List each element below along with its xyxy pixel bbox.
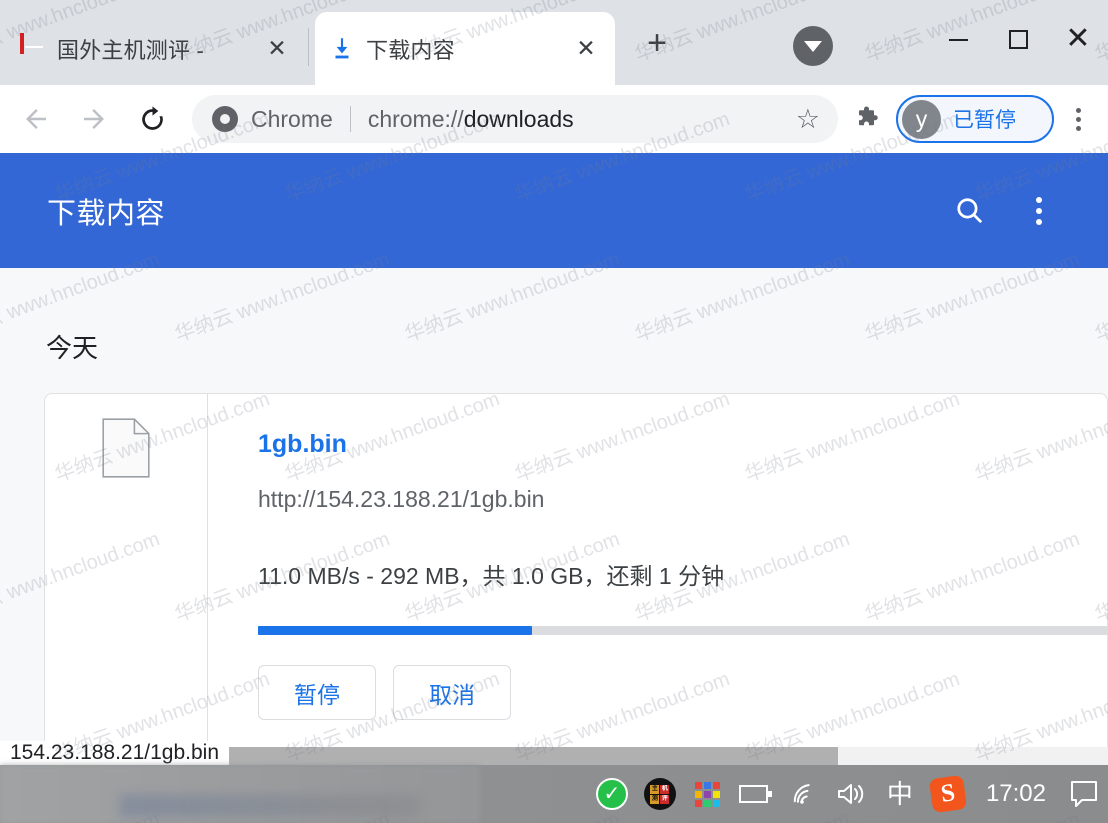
browser-toolbar: Chrome chrome://downloads ☆ y 已暂停 <box>0 85 1108 153</box>
extensions-icon[interactable] <box>846 104 892 134</box>
reload-button[interactable] <box>126 93 178 145</box>
sq <box>695 799 703 807</box>
sq <box>695 781 703 789</box>
back-button[interactable] <box>10 93 62 145</box>
screen: 国外主机测评 - ✕ 下载内容 ✕ + ✕ Chrome chrome://do… <box>0 0 1108 823</box>
taskbar: ✓ 主 机 测 评 中 S 17:02 <box>0 765 1108 823</box>
security-check-icon[interactable]: ✓ <box>588 765 636 823</box>
tab-inactive[interactable]: 国外主机测评 - ✕ <box>6 12 306 85</box>
wifi-icon[interactable] <box>780 765 828 823</box>
badge-cell: 主 <box>650 784 660 794</box>
window-controls: ✕ <box>928 0 1108 78</box>
progress-bar-fill <box>258 626 532 635</box>
dot <box>1075 125 1081 131</box>
tab-separator <box>308 28 309 66</box>
browser-window: 国外主机测评 - ✕ 下载内容 ✕ + ✕ Chrome chrome://do… <box>0 0 1108 765</box>
browser-menu-button[interactable] <box>1054 107 1102 131</box>
dot <box>1075 107 1081 113</box>
volume-icon[interactable] <box>828 765 876 823</box>
page-title: 下载内容 <box>47 197 166 230</box>
status-bubble: 154.23.188.21/1gb.bin <box>0 741 230 765</box>
sogou-icon[interactable]: S <box>924 765 972 823</box>
maximize-button[interactable] <box>988 0 1048 78</box>
tab-search-button[interactable] <box>793 26 833 66</box>
bookmark-star-icon[interactable]: ☆ <box>796 105 824 133</box>
taskbar-window-button[interactable] <box>120 795 420 817</box>
sq <box>713 799 721 807</box>
chrome-logo-icon <box>212 106 238 132</box>
profile-status-label: 已暂停 <box>953 109 1016 132</box>
url-main: downloads <box>463 105 574 132</box>
omnibox-url[interactable]: chrome://downloads <box>368 106 796 133</box>
file-icon-column <box>45 394 208 747</box>
download-item: 1gb.bin http://154.23.188.21/1gb.bin 11.… <box>44 393 1108 747</box>
downloads-menu-button[interactable] <box>1018 190 1060 232</box>
color-squares-icon[interactable] <box>684 765 732 823</box>
battery-icon[interactable] <box>732 765 780 823</box>
seal-favicon <box>20 32 46 63</box>
sq <box>704 799 712 807</box>
sq <box>713 781 721 789</box>
download-actions: 暂停 取消 <box>258 665 1107 720</box>
pause-button[interactable]: 暂停 <box>258 665 376 720</box>
chevron-down-icon <box>804 40 822 52</box>
system-tray: ✓ 主 机 测 评 中 S 17:02 <box>588 765 1108 823</box>
omnibox-chip-label: Chrome <box>251 105 333 132</box>
url-prefix: chrome:// <box>367 105 464 132</box>
tab-title: 下载内容 <box>366 37 455 63</box>
download-arrow-icon <box>329 35 355 63</box>
avatar: y <box>902 99 941 139</box>
profile-button[interactable]: y 已暂停 <box>896 95 1054 143</box>
downloads-header: 下载内容 <box>0 153 1108 268</box>
tab-strip: 国外主机测评 - ✕ 下载内容 ✕ + ✕ <box>0 0 1108 85</box>
header-actions <box>948 190 1108 232</box>
app-badge-icon[interactable]: 主 机 测 评 <box>636 765 684 823</box>
dot <box>1036 196 1042 203</box>
badge-cell: 测 <box>650 794 660 804</box>
section-heading-today: 今天 <box>46 333 99 363</box>
sq <box>704 790 712 798</box>
file-icon <box>102 418 150 478</box>
badge-cell: 机 <box>660 784 670 794</box>
search-icon[interactable] <box>948 190 990 232</box>
badge-cell: 评 <box>660 794 670 804</box>
clock[interactable]: 17:02 <box>972 780 1060 808</box>
tab-active-downloads[interactable]: 下载内容 ✕ <box>315 12 615 85</box>
minimize-button[interactable] <box>928 0 988 78</box>
address-bar[interactable]: Chrome chrome://downloads ☆ <box>192 95 838 143</box>
tab-title: 国外主机测评 - <box>57 37 205 63</box>
dot <box>1036 207 1042 214</box>
file-name-link[interactable]: 1gb.bin <box>258 430 1107 459</box>
cancel-button[interactable]: 取消 <box>393 665 511 720</box>
dot <box>1036 218 1042 225</box>
new-tab-button[interactable]: + <box>636 22 678 64</box>
sq <box>695 790 703 798</box>
sq <box>704 781 712 789</box>
dot <box>1075 116 1081 122</box>
sq <box>713 790 721 798</box>
ime-icon[interactable]: 中 <box>876 765 924 823</box>
close-window-button[interactable]: ✕ <box>1048 0 1108 78</box>
forward-button[interactable] <box>68 93 120 145</box>
file-source-url: http://154.23.188.21/1gb.bin <box>258 486 545 512</box>
download-status-text: 11.0 MB/s - 292 MB，共 1.0 GB，还剩 1 分钟 <box>258 563 725 589</box>
omnibox-divider <box>349 106 351 132</box>
progress-bar <box>258 626 1108 635</box>
close-icon[interactable]: ✕ <box>571 34 601 64</box>
close-icon[interactable]: ✕ <box>262 34 292 64</box>
download-details: 1gb.bin http://154.23.188.21/1gb.bin 11.… <box>208 394 1108 720</box>
notification-icon[interactable] <box>1060 765 1108 823</box>
downloads-page: 下载内容 今天 1gb.bin http://154.23.188.21/1gb… <box>0 153 1108 747</box>
